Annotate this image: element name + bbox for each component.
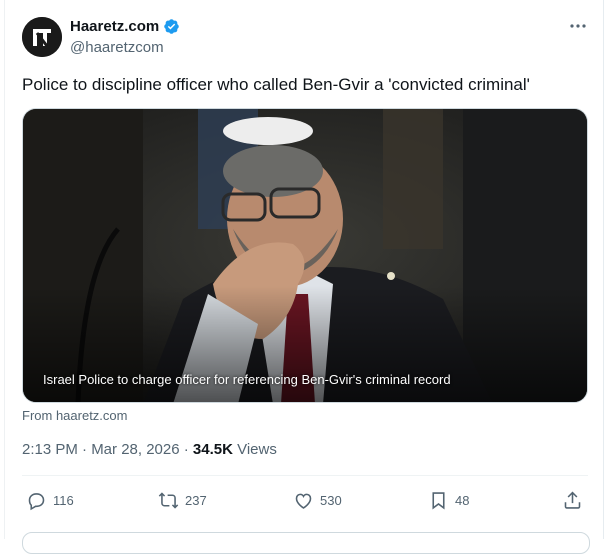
tweet-card: Haaretz.com @haaretzcom Police to discip… (0, 0, 604, 554)
avatar[interactable] (22, 17, 62, 57)
reply-button[interactable]: 116 (26, 490, 74, 511)
card-edge (4, 0, 5, 539)
heart-icon (295, 493, 312, 509)
repost-icon (158, 492, 179, 509)
display-name[interactable]: Haaretz.com (70, 18, 180, 35)
more-icon (570, 24, 586, 28)
photo-image (23, 109, 587, 402)
like-button[interactable]: 530 (293, 490, 342, 511)
verified-badge-icon (164, 19, 179, 34)
account-handle[interactable]: @haaretzcom (70, 39, 164, 56)
reply-icon (28, 493, 45, 511)
source-link[interactable]: From haaretz.com (22, 408, 127, 423)
tweet-media-image[interactable]: Israel Police to charge officer for refe… (22, 108, 588, 403)
display-name-text[interactable]: Haaretz.com (70, 18, 159, 35)
bookmark-button[interactable]: 48 (428, 490, 469, 511)
views-label: Views (232, 441, 277, 458)
bookmark-icon (432, 492, 445, 510)
like-count: 530 (320, 493, 342, 508)
reply-count: 116 (53, 493, 74, 508)
repost-count: 237 (185, 493, 207, 508)
timestamp[interactable]: 2:13 PM · Mar 28, 2026 · (22, 441, 193, 458)
media-caption: Israel Police to charge officer for refe… (43, 372, 451, 387)
repost-button[interactable]: 237 (158, 490, 207, 511)
tweet-meta: 2:13 PM · Mar 28, 2026 · 34.5K Views (22, 441, 277, 458)
tweet-text: Police to discipline officer who called … (22, 75, 530, 94)
views-count: 34.5K (192, 441, 233, 458)
divider (22, 475, 588, 476)
more-options-button[interactable] (568, 16, 588, 36)
bookmark-count: 48 (455, 493, 470, 508)
share-icon (564, 491, 581, 509)
share-button[interactable] (562, 490, 589, 511)
haaretz-logo-icon (22, 17, 62, 57)
reply-box-edge (22, 532, 590, 554)
